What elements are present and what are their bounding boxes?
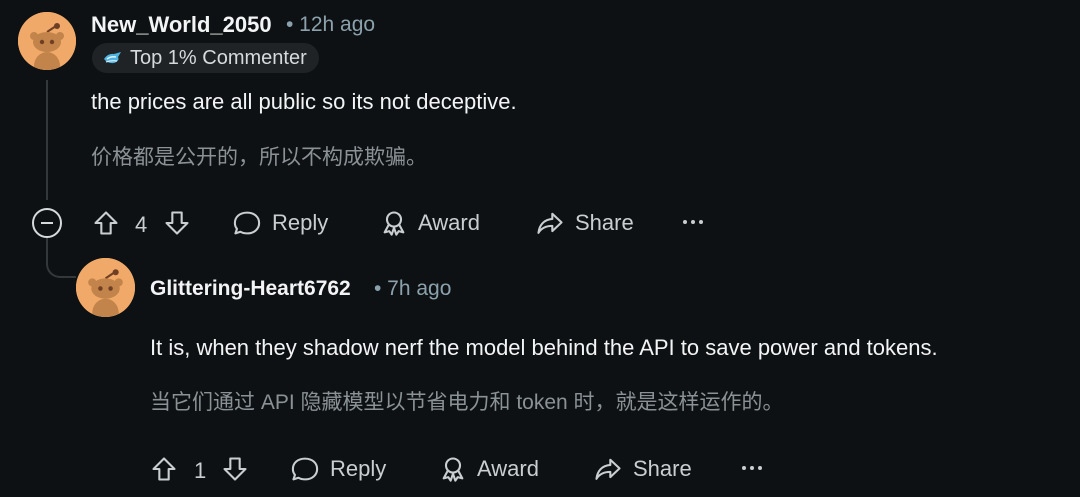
- downvote-icon: [223, 457, 247, 481]
- comment-author[interactable]: New_World_2050: [91, 12, 272, 38]
- award-button[interactable]: Award: [380, 209, 480, 237]
- collapse-icon: [41, 222, 53, 224]
- more-options-dot: [691, 220, 695, 224]
- reply-label: Reply: [330, 456, 387, 481]
- reply-button[interactable]: Reply: [232, 209, 328, 237]
- comment-text: It is, when they shadow nerf the model b…: [150, 335, 938, 360]
- flair-label: Top 1% Commenter: [130, 46, 307, 69]
- more-options-button[interactable]: [683, 220, 703, 224]
- share-label: Share: [633, 456, 692, 481]
- award-label: Award: [418, 210, 480, 235]
- upvote-button[interactable]: [150, 455, 178, 483]
- thread-branch-line: [46, 238, 76, 278]
- reply-label: Reply: [272, 210, 329, 235]
- share-label: Share: [575, 210, 634, 235]
- comment-bubble-icon: [291, 457, 319, 481]
- comment-author[interactable]: Glittering-Heart6762: [150, 277, 351, 301]
- comment-translation: 价格都是公开的，所以不构成欺骗。: [91, 146, 427, 169]
- collapse-thread-button[interactable]: [32, 208, 62, 238]
- vote-count: 1: [194, 458, 207, 483]
- share-arrow-icon: [595, 458, 621, 480]
- downvote-button[interactable]: [221, 455, 249, 483]
- upvote-icon: [152, 457, 176, 481]
- flair-badge-icon: [104, 52, 121, 64]
- thread-line: [46, 80, 48, 200]
- reply-button[interactable]: Reply: [290, 455, 386, 483]
- more-options-dot: [699, 220, 703, 224]
- comment-bubble-icon: [233, 211, 261, 235]
- more-options-dot: [750, 466, 754, 470]
- share-button[interactable]: Share: [535, 209, 634, 237]
- more-options-icon: [683, 220, 687, 224]
- avatar[interactable]: [18, 12, 76, 70]
- share-button[interactable]: Share: [593, 455, 692, 483]
- comment-timestamp[interactable]: • 12h ago: [286, 13, 375, 37]
- user-flair-badge: Top 1% Commenter: [92, 43, 319, 73]
- share-arrow-icon: [537, 212, 563, 234]
- comment-timestamp[interactable]: • 7h ago: [374, 277, 451, 301]
- avatar-snoo-icon: [18, 12, 76, 70]
- vote-count: 4: [135, 212, 148, 237]
- more-options-button[interactable]: [742, 466, 762, 470]
- award-button[interactable]: Award: [439, 455, 539, 483]
- more-options-dot: [758, 466, 762, 470]
- comment-translation: 当它们通过 API 隐藏模型以节省电力和 token 时，就是这样运作的。: [150, 391, 784, 414]
- award-icon: [383, 211, 405, 236]
- award-label: Award: [477, 456, 539, 481]
- award-icon: [442, 457, 464, 482]
- downvote-icon: [165, 211, 189, 235]
- upvote-icon: [94, 211, 118, 235]
- avatar[interactable]: [76, 258, 135, 317]
- avatar-snoo-icon: [76, 258, 135, 317]
- upvote-button[interactable]: [92, 209, 120, 237]
- comment-text: the prices are all public so its not dec…: [91, 89, 517, 114]
- comment-thread: New_World_2050 • 12h ago Top 1% Commente…: [0, 0, 1080, 497]
- more-options-icon: [742, 466, 746, 470]
- downvote-button[interactable]: [163, 209, 191, 237]
